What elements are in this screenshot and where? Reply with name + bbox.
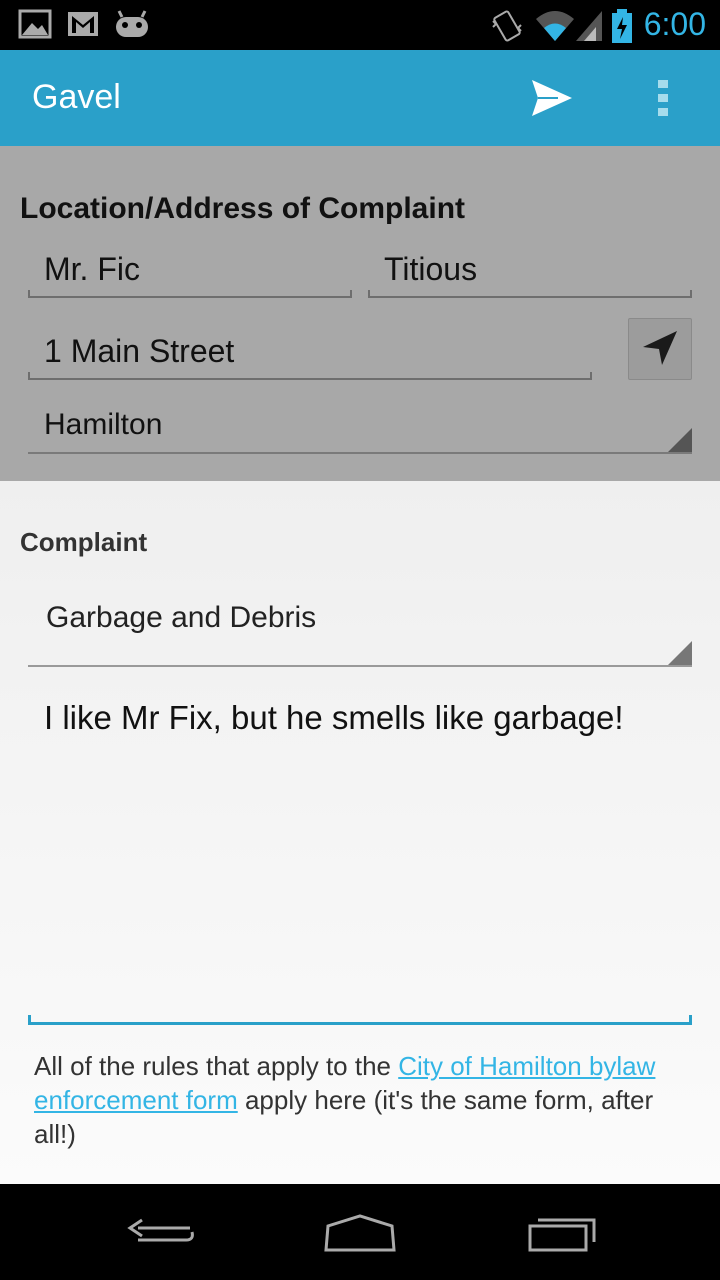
dropdown-arrow-icon bbox=[668, 641, 692, 665]
android-icon bbox=[116, 10, 148, 37]
app-title: Gavel bbox=[32, 78, 121, 116]
status-clock: 6:00 bbox=[643, 6, 706, 42]
back-icon bbox=[127, 1218, 194, 1242]
location-section: Location/Address of Complaint Mr. Fic Ti… bbox=[0, 146, 720, 481]
street-address-field[interactable]: 1 Main Street bbox=[28, 324, 592, 380]
signal-icon bbox=[576, 11, 602, 41]
first-name-field[interactable]: Mr. Fic bbox=[28, 244, 352, 298]
battery-charging-icon bbox=[612, 9, 632, 43]
last-name-value: Titious bbox=[384, 251, 478, 287]
gmail-icon bbox=[68, 12, 98, 36]
home-icon bbox=[324, 1214, 396, 1252]
send-button[interactable] bbox=[520, 72, 584, 124]
street-address-value: 1 Main Street bbox=[44, 333, 235, 369]
complaint-text-value: I like Mr Fix, but he smells like garbag… bbox=[44, 699, 624, 736]
first-name-value: Mr. Fic bbox=[44, 251, 140, 287]
complaint-heading: Complaint bbox=[20, 527, 148, 557]
complaint-type-spinner[interactable]: Garbage and Debris bbox=[28, 581, 692, 667]
overflow-menu-icon bbox=[658, 80, 668, 116]
footer-note: All of the rules that apply to the City … bbox=[34, 1049, 684, 1151]
home-button[interactable] bbox=[320, 1208, 400, 1258]
complaint-text-field[interactable]: I like Mr Fix, but he smells like garbag… bbox=[28, 687, 692, 1025]
recent-apps-button[interactable] bbox=[522, 1208, 602, 1258]
locate-me-button[interactable] bbox=[628, 318, 692, 380]
location-arrow-icon bbox=[643, 331, 677, 365]
send-icon bbox=[532, 80, 572, 116]
complaint-type-value: Garbage and Debris bbox=[46, 601, 317, 634]
navigation-bar bbox=[0, 1184, 720, 1280]
recent-apps-icon bbox=[528, 1218, 596, 1252]
status-bar: 6:00 bbox=[0, 0, 720, 50]
complaint-section: Complaint Garbage and Debris I like Mr F… bbox=[0, 481, 720, 1184]
wifi-icon bbox=[536, 11, 574, 41]
location-heading: Location/Address of Complaint bbox=[20, 192, 466, 225]
dropdown-arrow-icon bbox=[668, 428, 692, 452]
action-bar: Gavel bbox=[0, 50, 720, 146]
city-spinner[interactable]: Hamilton bbox=[28, 402, 692, 454]
image-notification-icon bbox=[18, 9, 52, 39]
footer-prefix: All of the rules that apply to the bbox=[34, 1051, 399, 1081]
vibrate-icon bbox=[492, 10, 522, 42]
back-button[interactable] bbox=[120, 1208, 200, 1258]
city-value: Hamilton bbox=[44, 408, 163, 441]
overflow-menu-button[interactable] bbox=[636, 72, 692, 124]
last-name-field[interactable]: Titious bbox=[368, 244, 692, 298]
